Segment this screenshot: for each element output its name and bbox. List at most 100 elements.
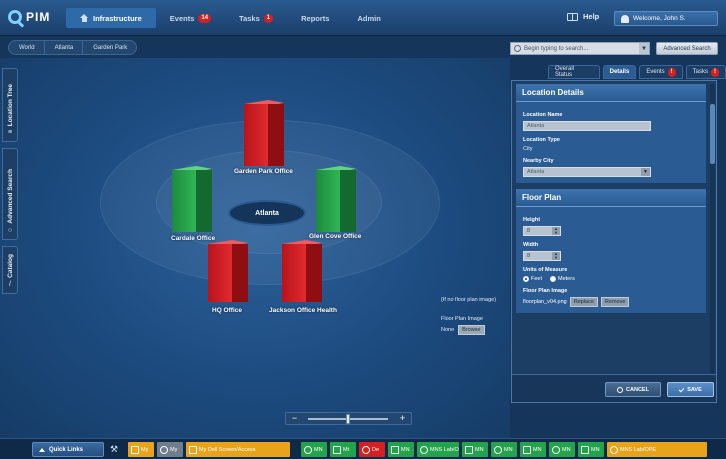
floorplan-none-value: None xyxy=(441,327,455,333)
save-label: SAVE xyxy=(687,386,702,393)
scrollbar-thumb[interactable] xyxy=(710,104,715,164)
pin-icon[interactable]: ⚒ xyxy=(110,444,118,455)
taskbar-item[interactable]: My Dell Screen/Access xyxy=(186,442,290,457)
radio-icon xyxy=(550,276,557,282)
panel-scrollbar[interactable] xyxy=(710,84,715,374)
taskbar-item[interactable]: De xyxy=(359,442,385,457)
building-front xyxy=(208,244,232,302)
taskbar-item[interactable]: MN xyxy=(388,442,414,457)
cancel-button[interactable]: CANCEL xyxy=(605,382,661,397)
app-icon xyxy=(465,445,473,454)
taskbar-item-label: MN xyxy=(591,446,600,453)
app-icon xyxy=(610,445,618,454)
side-tab-advanced-search[interactable]: Advanced Search ○ xyxy=(2,148,18,240)
app-icon xyxy=(391,445,399,454)
stepper-arrows-icon[interactable]: ▲ ▼ xyxy=(552,252,560,260)
app-icon xyxy=(581,445,589,454)
radio-selected-icon xyxy=(523,276,529,282)
side-tab-catalog[interactable]: Catalog / xyxy=(2,246,18,294)
width-value: 8 xyxy=(527,253,531,259)
taskbar-item[interactable]: My xyxy=(128,442,154,457)
taskbar-item[interactable]: MN xyxy=(549,442,575,457)
nav-admin[interactable]: Admin xyxy=(343,8,394,28)
taskbar-item[interactable]: MN xyxy=(578,442,604,457)
replace-button[interactable]: Replace xyxy=(569,297,598,307)
taskbar-item-label: MN xyxy=(533,446,542,453)
location-map[interactable]: Atlanta Garden Park Office Cardale Offic… xyxy=(0,58,510,438)
tab-details[interactable]: Details xyxy=(602,65,637,79)
tab-tasks[interactable]: Tasks ! xyxy=(685,65,726,79)
search-input[interactable]: Begin typing to search... ▼ xyxy=(510,42,650,55)
nav-label: Tasks xyxy=(239,13,260,23)
hub-atlanta[interactable]: Atlanta xyxy=(228,200,306,226)
breadcrumb-world[interactable]: World xyxy=(8,40,45,55)
help-link[interactable]: Help xyxy=(567,12,599,21)
zoom-slider[interactable] xyxy=(308,414,388,424)
taskbar-item[interactable]: MNS Lab/OPE xyxy=(607,442,707,457)
unit-meters-radio[interactable]: Meters xyxy=(550,276,575,282)
tab-events[interactable]: Events ! xyxy=(639,65,683,79)
taskbar-item[interactable]: My xyxy=(157,442,183,457)
quick-links-button[interactable]: Quick Links xyxy=(32,442,104,457)
side-tab-location-tree[interactable]: Location Tree ≡ xyxy=(2,68,18,142)
main-nav: Infrastructure Events 14 Tasks 1 Reports… xyxy=(66,8,395,28)
save-button[interactable]: SAVE xyxy=(667,382,714,397)
units-label: Units of Measure xyxy=(523,267,568,273)
nav-tasks[interactable]: Tasks 1 xyxy=(225,8,287,28)
building-label: Cardale Office xyxy=(171,235,216,242)
tab-overall-status[interactable]: Overall Status xyxy=(548,65,600,79)
taskbar-item[interactable]: MN xyxy=(491,442,517,457)
nearby-city-value: Atlanta xyxy=(527,169,545,175)
floorplan-none-row: None Browse xyxy=(441,325,485,335)
nearby-city-select[interactable]: Atlanta ▼ xyxy=(523,167,651,177)
chevron-down-icon[interactable]: ▼ xyxy=(639,43,649,54)
nav-infrastructure[interactable]: Infrastructure xyxy=(66,8,156,28)
taskbar-item[interactable]: Mt xyxy=(330,442,356,457)
location-details-body: Location Name Atlanta Location Type City… xyxy=(516,102,706,183)
taskbar-item[interactable]: MN xyxy=(301,442,327,457)
zoom-in-button[interactable]: + xyxy=(396,413,409,424)
advanced-search-button[interactable]: Advanced Search xyxy=(656,42,718,55)
taskbar-item[interactable]: MN xyxy=(520,442,546,457)
nav-label: Admin xyxy=(357,13,381,23)
unit-feet-radio[interactable]: Feet xyxy=(523,276,542,282)
taskbar-item[interactable]: MNS Lab/O xyxy=(417,442,459,457)
breadcrumb-garden-park[interactable]: Garden Park xyxy=(82,40,138,55)
building-label: Glen Cove Office xyxy=(309,233,362,240)
height-stepper[interactable]: 8 ▲ ▼ xyxy=(523,226,561,236)
taskbar-item[interactable]: MN xyxy=(462,442,488,457)
book-icon xyxy=(567,12,578,21)
taskbar-item-label: MN xyxy=(504,446,513,453)
taskbar-item-label: MNS Lab/OPE xyxy=(620,446,657,453)
location-name-label: Location Name xyxy=(523,112,563,118)
top-navigation-bar: PIM Infrastructure Events 14 Tasks 1 Rep… xyxy=(0,0,726,36)
zoom-slider-thumb[interactable] xyxy=(346,414,350,424)
height-value: 8 xyxy=(527,228,531,234)
tab-label: Tasks xyxy=(692,69,708,75)
breadcrumb-atlanta[interactable]: Atlanta xyxy=(43,40,84,55)
app-icon xyxy=(552,445,560,454)
taskbar-item-label: MN xyxy=(401,446,410,453)
side-tab-label: Catalog xyxy=(6,254,14,278)
nav-events[interactable]: Events 14 xyxy=(156,8,225,28)
remove-button[interactable]: Remove xyxy=(600,297,630,307)
units-radio-group: Feet Meters xyxy=(523,276,699,282)
app-icon xyxy=(333,445,341,454)
building-front xyxy=(244,104,268,166)
app-logo[interactable]: PIM xyxy=(8,10,50,24)
stepper-arrows-icon[interactable]: ▲ ▼ xyxy=(552,227,560,235)
height-label: Height xyxy=(523,217,541,223)
details-scroll-area: Location Details Location Name Atlanta L… xyxy=(516,84,706,374)
taskbar-item-label: MN xyxy=(475,446,484,453)
nav-reports[interactable]: Reports xyxy=(287,8,343,28)
check-icon xyxy=(678,386,685,393)
nav-label: Reports xyxy=(301,13,330,23)
browse-button[interactable]: Browse xyxy=(458,325,485,335)
zoom-out-button[interactable]: − xyxy=(288,413,301,424)
floor-plan-file-name: floorplan_v04.png xyxy=(523,299,567,305)
location-name-field[interactable]: Atlanta xyxy=(523,121,651,131)
radio-label: Feet xyxy=(531,276,543,282)
taskbar-item-label: My xyxy=(170,446,178,453)
user-menu[interactable]: Welcome, John S. xyxy=(614,11,718,26)
width-stepper[interactable]: 8 ▲ ▼ xyxy=(523,251,561,261)
